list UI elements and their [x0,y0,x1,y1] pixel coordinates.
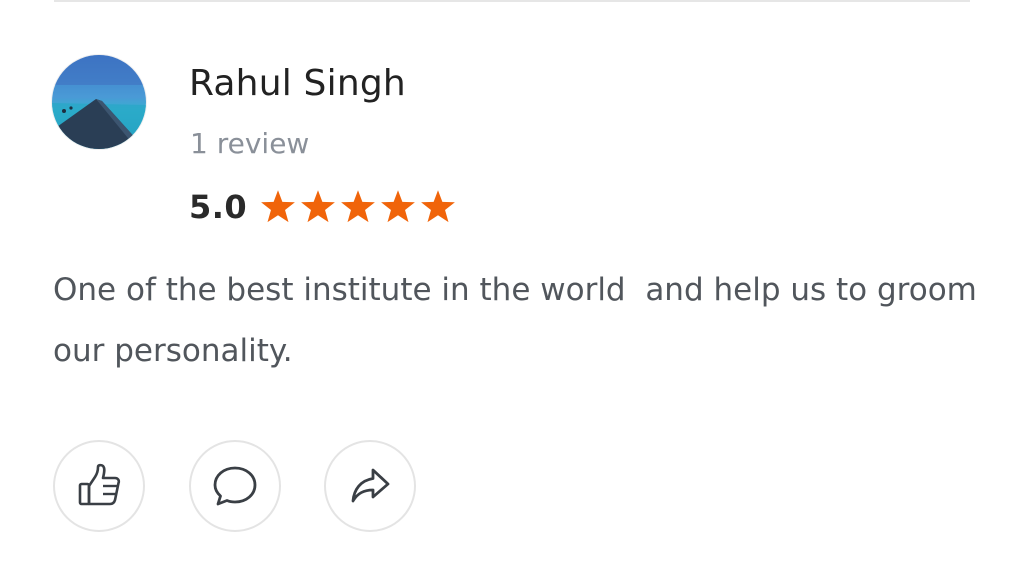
thumbs-up-icon [78,463,121,506]
avatar-image [52,55,146,149]
star-icon [341,190,376,223]
avatar[interactable] [52,55,146,149]
share-button[interactable] [324,440,416,532]
star-icon [381,190,416,223]
comment-bubble-icon [213,466,257,506]
rating-value: 5.0 [189,188,248,226]
divider [54,0,970,2]
review-count: 1 review [190,127,310,160]
star-icon [421,190,456,223]
rating: 5.0 [189,186,457,228]
star-icon [301,190,336,223]
reviewer-name[interactable]: Rahul Singh [189,62,406,106]
review-card: Rahul Singh 1 review 5.0 One of the best… [0,0,1024,576]
comment-button[interactable] [189,440,281,532]
rating-stars [259,189,457,225]
star-icon [261,190,296,223]
like-button[interactable] [53,440,145,532]
share-arrow-icon [351,468,390,503]
review-text: One of the best institute in the world a… [53,272,987,369]
